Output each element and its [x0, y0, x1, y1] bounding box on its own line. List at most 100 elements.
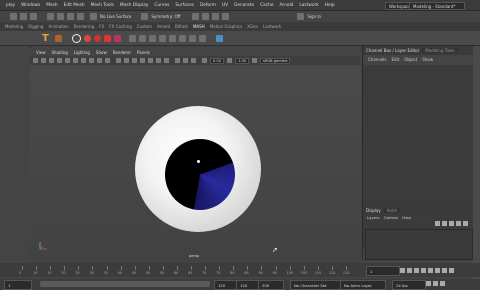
shadows-icon[interactable] [156, 58, 161, 63]
layer-options-icon[interactable] [463, 221, 468, 226]
step-forward-frame-icon[interactable] [435, 268, 440, 273]
menu-item-9[interactable]: UV [222, 3, 228, 8]
range-start-field[interactable]: 1 [4, 280, 32, 290]
shelf-tab-4[interactable]: FX [99, 24, 104, 29]
current-frame-field[interactable]: 1 [366, 266, 400, 276]
preferences-icon[interactable] [440, 281, 445, 286]
snap-curve-icon[interactable] [57, 13, 64, 20]
gamma-icon[interactable] [227, 58, 233, 63]
select-mode-icon[interactable] [10, 13, 17, 20]
snap-view-icon[interactable] [77, 13, 84, 20]
bookmark-camera-icon[interactable] [49, 58, 54, 63]
range-bar[interactable] [40, 281, 210, 287]
instancer-icon[interactable] [93, 34, 101, 42]
ambient-occlusion-icon[interactable] [164, 58, 169, 63]
play-backwards-icon[interactable] [421, 268, 426, 273]
snap-point-icon[interactable] [67, 13, 74, 20]
mash-node-icon-3[interactable] [148, 34, 156, 42]
snap-grid-icon[interactable] [47, 13, 54, 20]
go-to-start-icon[interactable] [400, 268, 405, 273]
mash-node-icon-1[interactable] [128, 34, 136, 42]
render-settings-icon[interactable] [212, 13, 220, 20]
wireframe-on-shaded-icon[interactable] [132, 58, 137, 63]
exposure-icon[interactable] [202, 58, 207, 63]
step-back-key-icon[interactable] [407, 268, 412, 273]
layer-menu-item-0[interactable]: Layers [367, 215, 380, 220]
lights-icon[interactable] [148, 58, 153, 63]
gate-mask-icon[interactable] [81, 58, 86, 63]
component-mode-icon[interactable] [30, 13, 37, 20]
viewport-menu-item-3[interactable]: Show [96, 50, 107, 55]
channel-menu-item-1[interactable]: Edit [392, 57, 400, 62]
sign-in-button[interactable]: Sign In [307, 14, 321, 19]
anim-end-outer-field[interactable]: 200 [258, 280, 284, 290]
workspace-dropdown[interactable]: Modeling - Standard* [409, 2, 465, 10]
menu-item-1[interactable]: Windows [21, 3, 40, 8]
field-chart-icon[interactable] [89, 58, 94, 63]
tab-channel-box[interactable]: Channel Box / Layer Editor [363, 48, 422, 53]
xray-joints-icon[interactable] [183, 58, 188, 63]
shelf-tab-9[interactable]: MASH [193, 24, 205, 29]
anim-layer-dropdown[interactable]: No Anim Layer [340, 280, 386, 290]
distribute-icon[interactable] [83, 34, 91, 42]
menu-item-5[interactable]: Mesh Display [120, 3, 149, 8]
shelf-tab-2[interactable]: Animation [48, 24, 68, 29]
object-mode-icon[interactable] [20, 13, 27, 20]
menu-item-3[interactable]: Edit Mesh [64, 3, 85, 8]
shelf-tab-7[interactable]: Arnold [157, 24, 170, 29]
grid-icon[interactable] [57, 58, 62, 63]
circle-icon[interactable] [71, 33, 81, 43]
play-forwards-icon[interactable] [428, 268, 433, 273]
menu-item-8[interactable]: Deform [200, 3, 216, 8]
viewport-menu-item-1[interactable]: Shading [52, 50, 68, 55]
viewport-menu-item-4[interactable]: Renderer [113, 50, 131, 55]
shelf-tab-1[interactable]: Rigging [28, 24, 43, 29]
text-tool-icon[interactable]: T [42, 33, 49, 44]
camera-icon[interactable] [33, 58, 38, 63]
layer-menu-item-1[interactable]: Options [384, 215, 399, 220]
isolate-select-icon[interactable] [191, 58, 196, 63]
menu-item-2[interactable]: Mesh [46, 3, 57, 8]
curve-node-icon[interactable] [103, 34, 111, 42]
mash-node-icon-6[interactable] [178, 34, 186, 42]
exposure-field[interactable]: 0.00 [210, 57, 225, 64]
camera-lock-icon[interactable] [41, 58, 46, 63]
eyeball-sphere[interactable] [135, 106, 261, 232]
shelf-tab-5[interactable]: FX Caching [109, 24, 131, 29]
go-to-end-icon[interactable] [449, 268, 454, 273]
tab-anim[interactable]: Anim [383, 207, 401, 213]
live-surface-icon[interactable] [90, 13, 97, 20]
hypershade-icon[interactable] [222, 13, 230, 20]
loop-icon[interactable] [426, 281, 431, 286]
shelf-tab-11[interactable]: XGen [247, 24, 258, 29]
channel-menu-item-0[interactable]: Channels [368, 57, 387, 62]
menu-item-14[interactable]: Help [325, 3, 335, 8]
tab-modeling-tools[interactable]: Modeling Tools [422, 48, 458, 53]
mash-node-icon-8[interactable] [198, 34, 206, 42]
xray-icon[interactable] [175, 58, 180, 63]
menu-item-0[interactable]: play [6, 3, 15, 8]
auto-key-icon[interactable] [433, 281, 438, 286]
textured-icon[interactable] [140, 58, 145, 63]
viewport-menu-item-5[interactable]: Panels [137, 50, 150, 55]
shelf-tab-3[interactable]: Rendering [74, 24, 94, 29]
tab-display[interactable]: Display [363, 208, 384, 213]
symmetry-icon[interactable] [141, 13, 149, 20]
gamma-field[interactable]: 1.00 [235, 57, 250, 64]
mash-node-icon-5[interactable] [168, 34, 176, 42]
layer-menu-item-2[interactable]: Help [402, 215, 411, 220]
ipr-render-icon[interactable] [202, 13, 210, 20]
fps-dropdown[interactable]: 24 fps [392, 280, 426, 290]
new-layer-icon[interactable] [435, 221, 440, 226]
menu-item-6[interactable]: Curves [154, 3, 169, 8]
menu-item-7[interactable]: Surfaces [175, 3, 194, 8]
smooth-shade-icon[interactable] [124, 58, 129, 63]
channel-menu-item-2[interactable]: Object [404, 57, 417, 62]
mash-node-icon-7[interactable] [188, 34, 196, 42]
live-surface-label[interactable]: No Live Surface [100, 14, 131, 19]
shelf-tab-8[interactable]: Bifrost [175, 24, 188, 29]
wireframe-icon[interactable] [116, 58, 121, 63]
replicator-icon[interactable] [113, 34, 121, 42]
viewport-menu-item-0[interactable]: View [36, 50, 46, 55]
mash-node-icon-2[interactable] [138, 34, 146, 42]
